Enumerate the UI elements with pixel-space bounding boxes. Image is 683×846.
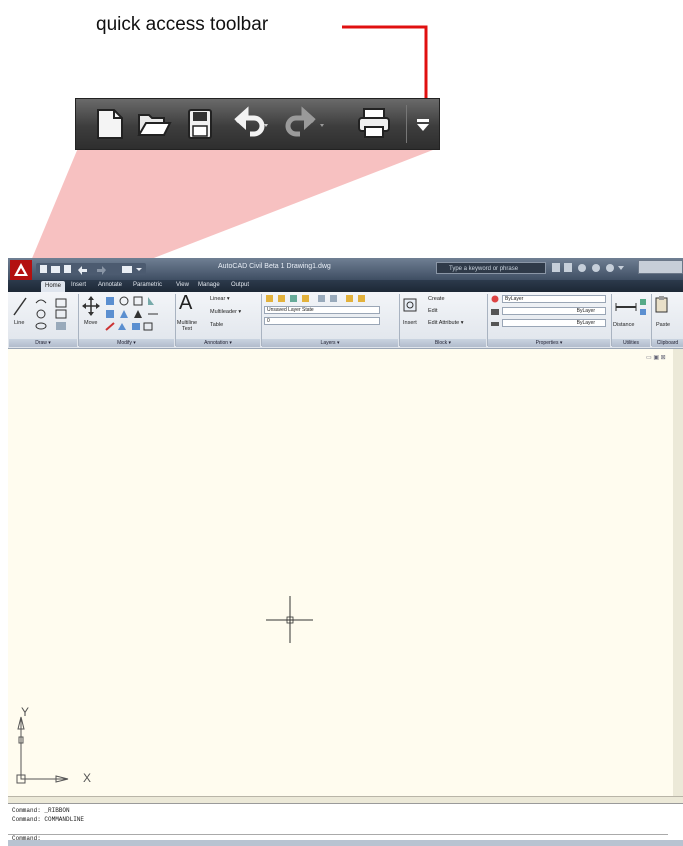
layer-state-dropdown[interactable]: Unsaved Layer State	[264, 306, 380, 314]
move-icon[interactable]	[82, 295, 100, 317]
panel-title-properties[interactable]: Properties ▾	[488, 339, 610, 347]
panel-title-utilities[interactable]: Utilities	[612, 339, 650, 347]
tab-manage[interactable]: Manage	[198, 282, 220, 288]
ucs-y-label: Y	[21, 705, 30, 719]
edit-attribute-label[interactable]: Edit Attribute ▾	[428, 320, 463, 326]
linetype-dropdown[interactable]: ByLayer	[502, 307, 606, 315]
application-menu-icon[interactable]	[10, 260, 32, 280]
window-title: AutoCAD Civil Beta 1 Drawing1.dwg	[218, 263, 331, 270]
drawing-area[interactable]: Y X	[8, 349, 674, 796]
create-block-label[interactable]: Create	[428, 296, 445, 302]
viewport-controls[interactable]: ▭ ▣ ⊠	[646, 354, 666, 361]
ribbon: Line Draw ▾ Move Modify ▾ A Multiline Te…	[8, 292, 683, 349]
draw-tools-icons[interactable]	[34, 295, 76, 333]
distance-label: Distance	[613, 322, 635, 328]
current-layer-dropdown[interactable]: 0	[264, 317, 380, 325]
mini-quick-access-toolbar[interactable]	[36, 263, 146, 275]
panel-title-modify[interactable]: Modify ▾	[79, 339, 174, 347]
layer-tools-icons[interactable]	[266, 294, 378, 304]
tab-view[interactable]: View	[176, 282, 189, 288]
tab-home[interactable]: Home	[41, 281, 66, 292]
open-icon[interactable]	[134, 105, 174, 143]
vertical-scrollbar[interactable]	[673, 349, 683, 796]
paste-icon[interactable]	[654, 295, 670, 317]
multiline-text-icon[interactable]: A	[179, 292, 192, 315]
tab-insert[interactable]: Insert	[71, 282, 86, 288]
insert-label: Insert	[403, 320, 417, 326]
quick-access-toolbar-zoomed	[75, 98, 440, 150]
command-history-line: Command: _RIBBON	[12, 807, 70, 814]
customize-dropdown-icon[interactable]	[412, 105, 434, 143]
distance-icon[interactable]	[614, 297, 648, 319]
tab-output[interactable]: Output	[231, 282, 249, 288]
undo-icon[interactable]	[226, 105, 274, 143]
panel-title-layers[interactable]: Layers ▾	[262, 339, 398, 347]
panel-title-draw[interactable]: Draw ▾	[9, 339, 77, 347]
property-icons	[491, 295, 499, 326]
edit-block-label[interactable]: Edit	[428, 308, 437, 314]
toolbar-separator	[406, 105, 407, 143]
command-history-line: Command: COMMANDLINE	[12, 816, 85, 823]
save-icon[interactable]	[180, 105, 220, 143]
search-input[interactable]: Type a keyword or phrase	[436, 262, 546, 274]
move-label: Move	[84, 320, 98, 326]
linear-dimension-label[interactable]: Linear ▾	[210, 296, 230, 302]
ribbon-tab-bar: Home Insert Annotate Parametric View Man…	[8, 280, 683, 292]
tab-annotate[interactable]: Annotate	[98, 282, 122, 288]
paste-label: Paste	[656, 322, 671, 328]
infocenter-icons[interactable]	[552, 262, 632, 274]
tab-parametric[interactable]: Parametric	[133, 282, 162, 288]
redo-icon[interactable]	[282, 105, 330, 143]
color-dropdown[interactable]: ByLayer	[502, 295, 606, 303]
line-icon[interactable]	[11, 295, 29, 317]
autocad-window: AutoCAD Civil Beta 1 Drawing1.dwg Type a…	[8, 258, 683, 846]
multiline-text-label: Multiline Text	[176, 320, 198, 332]
line-label: Line	[14, 320, 25, 326]
title-bar: AutoCAD Civil Beta 1 Drawing1.dwg Type a…	[8, 258, 683, 280]
new-icon[interactable]	[90, 105, 130, 143]
panel-title-block[interactable]: Block ▾	[400, 339, 486, 347]
modify-tools-icons[interactable]	[104, 295, 170, 333]
lineweight-dropdown[interactable]: ByLayer	[502, 319, 606, 327]
table-label[interactable]: Table	[210, 322, 223, 328]
status-bar	[8, 840, 683, 846]
insert-block-icon[interactable]	[401, 295, 419, 315]
ucs-x-label: X	[83, 771, 92, 785]
plot-icon[interactable]	[354, 105, 394, 143]
multileader-label[interactable]: Multileader ▾	[210, 309, 241, 315]
panel-title-annotation[interactable]: Annotation ▾	[176, 339, 260, 347]
window-controls[interactable]	[638, 260, 683, 274]
panel-title-clipboard[interactable]: Clipboard	[652, 339, 683, 347]
